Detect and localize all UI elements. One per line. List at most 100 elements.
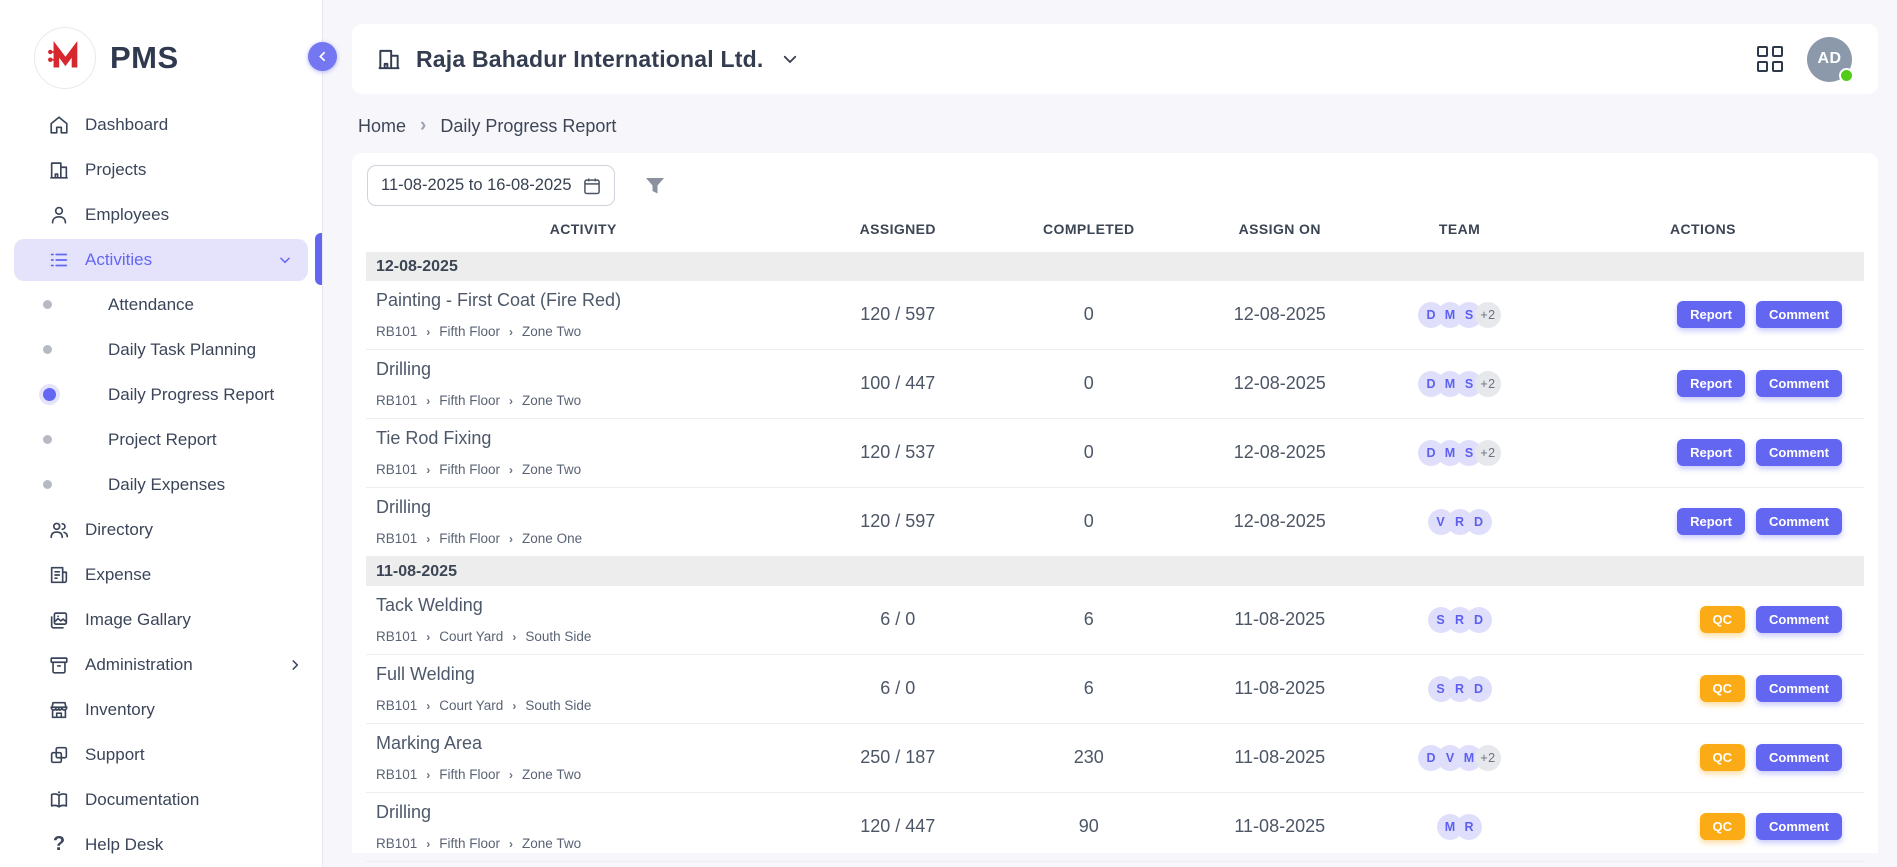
filter-icon[interactable] <box>643 174 667 198</box>
column-header: TEAM <box>1377 221 1542 237</box>
activity-title: Full Welding <box>376 664 800 685</box>
archive-icon <box>48 654 70 676</box>
chevron-right-icon <box>509 836 513 851</box>
qc-button[interactable]: QC <box>1700 813 1746 840</box>
sidebar-item-documentation[interactable]: Documentation <box>0 777 322 822</box>
team-avatars[interactable]: S R D <box>1377 676 1542 702</box>
path-zone: Zone Two <box>522 767 581 782</box>
sidebar-item-label: Projects <box>85 160 302 180</box>
team-avatars[interactable]: D V M +2 <box>1377 745 1542 771</box>
comment-button[interactable]: Comment <box>1756 606 1842 633</box>
sidebar-item-label: Dashboard <box>85 115 302 135</box>
chevron-right-icon <box>509 462 513 477</box>
calendar-icon[interactable] <box>582 176 602 196</box>
team-avatar: D <box>1466 509 1492 535</box>
qc-button[interactable]: QC <box>1700 606 1746 633</box>
breadcrumb-home[interactable]: Home <box>358 116 406 137</box>
activity-path: RB101 Fifth Floor Zone Two <box>376 393 800 408</box>
sidebar-subitem-attendance[interactable]: Attendance <box>0 282 322 327</box>
company-selector[interactable]: Raja Bahadur International Ltd. <box>376 46 799 73</box>
sidebar-item-dashboard[interactable]: Dashboard <box>0 102 322 147</box>
sidebar-item-label: Support <box>85 745 302 765</box>
app-logo: PMS <box>0 0 322 89</box>
report-button[interactable]: Report <box>1677 370 1745 397</box>
bullet-icon <box>43 388 56 401</box>
table-row: Drilling RB101 Fifth Floor Zone Two 120 … <box>366 793 1864 862</box>
qc-button[interactable]: QC <box>1700 675 1746 702</box>
breadcrumb: Home Daily Progress Report <box>358 115 1878 137</box>
sidebar-item-expense[interactable]: Expense <box>0 552 322 597</box>
sidebar-subitem-label: Daily Expenses <box>108 475 225 495</box>
assign-on-value: 11-08-2025 <box>1182 609 1377 630</box>
comment-button[interactable]: Comment <box>1756 744 1842 771</box>
sidebar-subitem-project-report[interactable]: Project Report <box>0 417 322 462</box>
chevron-right-icon <box>512 698 516 713</box>
date-range-input[interactable] <box>381 176 574 195</box>
date-group-header: 11-08-2025 <box>366 557 1864 586</box>
report-button[interactable]: Report <box>1677 439 1745 466</box>
sidebar-item-projects[interactable]: Projects <box>0 147 322 192</box>
help-icon: ? <box>48 834 70 856</box>
activity-path: RB101 Court Yard South Side <box>376 698 800 713</box>
team-avatars[interactable]: M R <box>1377 814 1542 840</box>
users-icon <box>48 519 70 541</box>
comment-button[interactable]: Comment <box>1756 508 1842 535</box>
store-icon <box>48 699 70 721</box>
sidebar-item-employees[interactable]: Employees <box>0 192 322 237</box>
user-menu[interactable]: AD <box>1807 37 1852 82</box>
sidebar-item-inventory[interactable]: Inventory <box>0 687 322 732</box>
completed-value: 0 <box>995 373 1182 394</box>
table-row: Tack Welding RB101 Court Yard South Side… <box>366 586 1864 655</box>
comment-button[interactable]: Comment <box>1756 301 1842 328</box>
qc-button[interactable]: QC <box>1700 744 1746 771</box>
report-button[interactable]: Report <box>1677 301 1745 328</box>
path-zone: Zone Two <box>522 462 581 477</box>
team-avatars[interactable]: D M S +2 <box>1377 302 1542 328</box>
team-avatars[interactable]: D M S +2 <box>1377 440 1542 466</box>
team-avatars[interactable]: S R D <box>1377 607 1542 633</box>
team-avatars[interactable]: D M S +2 <box>1377 371 1542 397</box>
chevron-down-icon <box>278 253 292 267</box>
sidebar-subitem-daily-progress-report[interactable]: Daily Progress Report <box>0 372 322 417</box>
chevron-down-icon <box>781 50 799 68</box>
chevron-right-icon <box>426 393 430 408</box>
path-zone: Zone Two <box>522 324 581 339</box>
table-row: Drilling RB101 Fifth Floor Zone One 120 … <box>366 488 1864 557</box>
online-status-dot <box>1839 68 1854 83</box>
sidebar-item-label: Help Desk <box>85 835 302 855</box>
company-name: Raja Bahadur International Ltd. <box>416 46 763 73</box>
team-avatar: R <box>1456 814 1482 840</box>
sidebar-item-help-desk[interactable]: ? Help Desk <box>0 822 322 867</box>
sidebar-item-image-gallary[interactable]: Image Gallary <box>0 597 322 642</box>
column-header: ACTIONS <box>1542 221 1864 237</box>
list-icon <box>48 249 70 271</box>
sidebar-item-label: Image Gallary <box>85 610 302 630</box>
team-avatars[interactable]: V R D <box>1377 509 1542 535</box>
comment-button[interactable]: Comment <box>1756 813 1842 840</box>
table-row: Painting - First Coat (Fire Red) RB101 F… <box>366 281 1864 350</box>
activity-path: RB101 Fifth Floor Zone Two <box>376 324 800 339</box>
sidebar-item-label: Activities <box>85 250 278 270</box>
sidebar-item-administration[interactable]: Administration <box>0 642 322 687</box>
comment-button[interactable]: Comment <box>1756 439 1842 466</box>
path-zone: Zone One <box>522 531 582 546</box>
comment-button[interactable]: Comment <box>1756 370 1842 397</box>
sidebar: PMS Dashboard Projects Employees <box>0 0 323 867</box>
sidebar-item-support[interactable]: Support <box>0 732 322 777</box>
home-icon <box>48 114 70 136</box>
building-icon <box>376 46 402 72</box>
sidebar-subitem-daily-task-planning[interactable]: Daily Task Planning <box>0 327 322 372</box>
path-zone: South Side <box>525 698 591 713</box>
chevron-right-icon <box>426 836 430 851</box>
comment-button[interactable]: Comment <box>1756 675 1842 702</box>
assigned-value: 120 / 597 <box>800 511 995 532</box>
sidebar-item-activities[interactable]: Activities <box>0 237 322 282</box>
bullet-icon <box>43 345 52 354</box>
sidebar-subitem-daily-expenses[interactable]: Daily Expenses <box>0 462 322 507</box>
report-button[interactable]: Report <box>1677 508 1745 535</box>
sidebar-collapse-button[interactable] <box>308 42 337 71</box>
completed-value: 90 <box>995 816 1182 837</box>
sidebar-item-directory[interactable]: Directory <box>0 507 322 552</box>
date-range-field[interactable] <box>367 165 615 206</box>
apps-grid-icon[interactable] <box>1757 46 1783 72</box>
